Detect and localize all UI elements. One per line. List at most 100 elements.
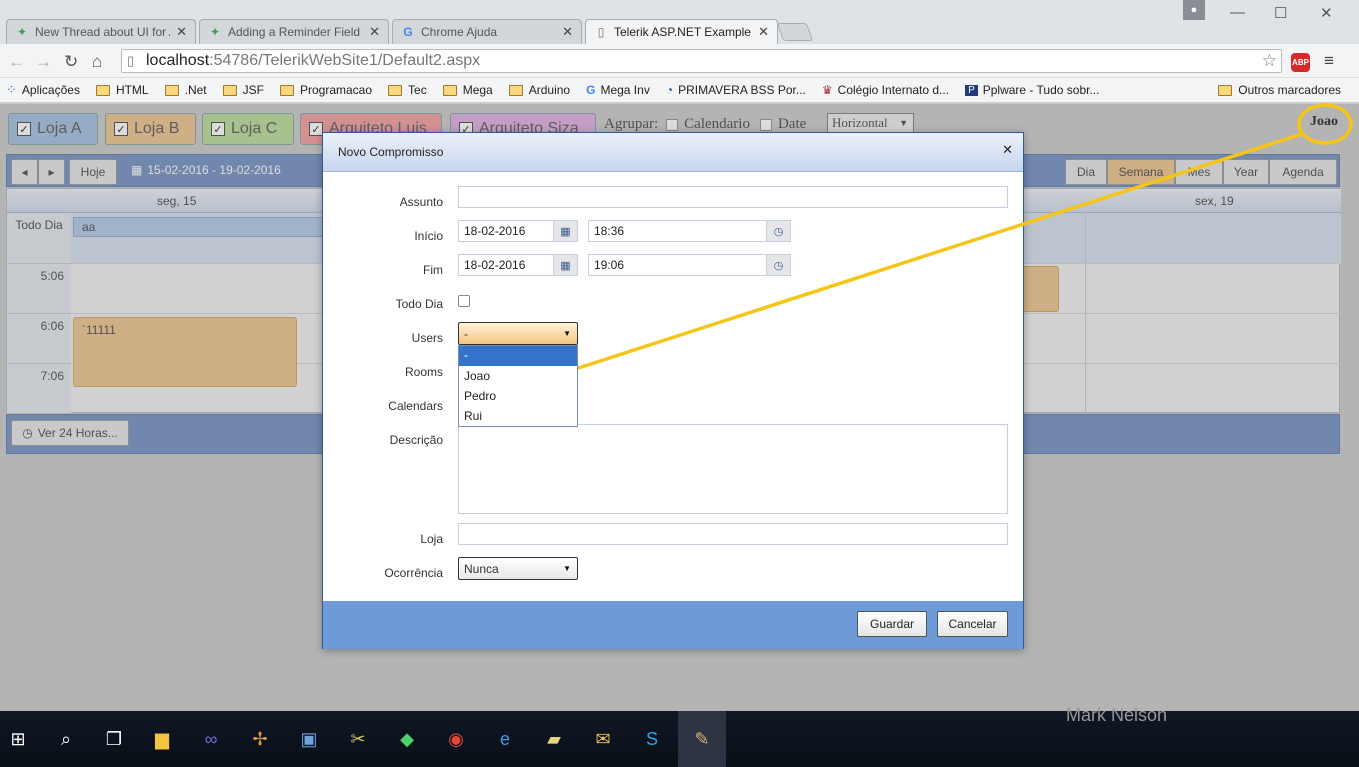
users-option-none[interactable]: - (459, 346, 577, 366)
rooms-label: Rooms (404, 365, 443, 379)
visual-studio-icon[interactable]: ∞ (199, 727, 223, 751)
close-tab-icon[interactable]: ✕ (176, 24, 187, 40)
end-time-input[interactable]: 19:06 ◷ (588, 254, 791, 276)
internet-explorer-icon[interactable]: e (493, 727, 517, 751)
close-window-icon[interactable]: ✕ (1320, 4, 1333, 22)
end-date-input[interactable]: 18-02-2016 ▦ (458, 254, 578, 276)
browser-toolbar: ← → ↻ ⌂ ▯ localhost:54786/TelerikWebSite… (0, 44, 1359, 78)
start-time-input[interactable]: 18:36 ◷ (588, 220, 791, 242)
calendars-label: Calendars (388, 399, 443, 413)
save-button[interactable]: Guardar (857, 611, 927, 637)
chrome-icon[interactable]: ◉ (444, 727, 468, 751)
minimize-icon[interactable]: — (1230, 4, 1245, 21)
close-tab-icon[interactable]: ✕ (758, 24, 769, 40)
users-option-pedro[interactable]: Pedro (459, 386, 577, 406)
clock-icon[interactable]: ◷ (766, 255, 790, 275)
folder-icon[interactable]: ▰ (542, 727, 566, 751)
bookmark-link[interactable]: ♛ Colégio Internato d... (822, 83, 949, 97)
bookmark-folder[interactable]: Tec (388, 83, 427, 97)
file-explorer-icon[interactable]: ▆ (150, 727, 174, 751)
dialog-title: Novo Compromisso (338, 145, 444, 159)
clock-icon[interactable]: ◷ (766, 221, 790, 241)
telerik-icon: ✦ (209, 25, 221, 39)
bookmark-folder[interactable]: Arduino (508, 83, 571, 97)
active-app-slot[interactable]: ✎ (678, 711, 726, 767)
browser-tab-2[interactable]: ✦ Adding a Reminder Field | ✕ (199, 19, 389, 44)
bookmark-folder[interactable]: .Net (164, 83, 207, 97)
address-bar[interactable]: ▯ localhost:54786/TelerikWebSite1/Defaul… (121, 49, 1282, 73)
page-info-icon[interactable]: ▯ (127, 53, 134, 69)
bookmark-link[interactable]: ◔ PRIMAVERA BSS Por... (666, 83, 806, 97)
other-bookmarks[interactable]: Outros marcadores (1218, 83, 1341, 97)
bookmark-star-icon[interactable]: ☆ (1262, 51, 1277, 71)
bookmark-link[interactable]: P Pplware - Tudo sobr... (965, 83, 1099, 97)
bookmark-label: Programacao (299, 83, 373, 97)
store-input[interactable] (458, 523, 1008, 545)
calendar-icon[interactable]: ▦ (553, 221, 577, 241)
profile-icon[interactable]: ● (1183, 0, 1205, 20)
dialog-footer: Guardar Cancelar (323, 601, 1023, 649)
menu-icon[interactable]: ≡ (1324, 51, 1334, 71)
tab-title: New Thread about UI for A (35, 25, 171, 39)
start-date-value: 18-02-2016 (464, 224, 526, 238)
bookmark-label: PRIMAVERA BSS Por... (678, 83, 806, 97)
maximize-icon[interactable]: ☐ (1274, 4, 1287, 22)
bookmark-label: Arduino (528, 83, 571, 97)
browser-tab-3[interactable]: G Chrome Ajuda ✕ (392, 19, 582, 44)
allday-checkbox[interactable] (458, 295, 470, 307)
app-icon[interactable]: ◆ (395, 727, 419, 751)
start-date-input[interactable]: 18-02-2016 ▦ (458, 220, 578, 242)
mail-icon[interactable]: ✉ (591, 727, 615, 751)
home-icon[interactable]: ⌂ (92, 52, 102, 72)
cancel-button[interactable]: Cancelar (937, 611, 1008, 637)
users-select[interactable]: - ▼ (458, 322, 578, 345)
bookmark-link[interactable]: G Mega Inv (586, 83, 650, 97)
google-icon: G (403, 25, 413, 39)
windows-taskbar: Mark Nelson ⊞ ⌕ ❐ ▆ ∞ ✢ ▣ ✂ ◆ ◉ e ▰ ✉ S … (0, 705, 1359, 767)
tab-title: Telerik ASP.NET Example (614, 25, 751, 39)
reload-icon[interactable]: ↻ (64, 52, 78, 72)
new-tab-button[interactable] (776, 23, 814, 41)
forward-icon[interactable]: → (35, 52, 52, 72)
skype-icon[interactable]: S (640, 727, 664, 751)
recurrence-select[interactable]: Nunca ▼ (458, 557, 578, 580)
bookmark-label: Outros marcadores (1238, 83, 1341, 97)
app-icon[interactable]: ✢ (248, 727, 272, 751)
users-dropdown-list: - Joao Pedro Rui (458, 345, 578, 427)
subject-input[interactable] (458, 186, 1008, 208)
tools-icon[interactable]: ✂ (346, 727, 370, 751)
bookmark-label: Tec (408, 83, 427, 97)
bookmark-label: .Net (184, 83, 207, 97)
bookmark-label: JSF (242, 83, 264, 97)
search-icon[interactable]: ⌕ (54, 727, 78, 751)
close-tab-icon[interactable]: ✕ (369, 24, 380, 40)
end-time-value: 19:06 (594, 258, 625, 272)
subject-label: Assunto (399, 195, 443, 209)
back-icon[interactable]: ← (8, 52, 25, 72)
calendar-icon[interactable]: ▦ (553, 255, 577, 275)
close-icon[interactable]: ✕ (1002, 142, 1013, 158)
school-crest-icon: ♛ (821, 83, 833, 97)
bookmark-apps[interactable]: ⁘ Aplicações (6, 82, 80, 98)
browser-tab-1[interactable]: ✦ New Thread about UI for A ✕ (6, 19, 196, 44)
task-view-icon[interactable]: ❐ (102, 727, 126, 751)
adblock-icon[interactable]: ABP (1291, 53, 1310, 72)
bookmark-folder[interactable]: Programacao (279, 83, 373, 97)
folder-icon (388, 84, 403, 96)
windows-start-icon[interactable]: ⊞ (6, 727, 30, 751)
description-textarea[interactable] (458, 424, 1008, 514)
recurrence-value: Nunca (464, 561, 499, 576)
browser-tab-4[interactable]: ▯ Telerik ASP.NET Example ✕ (585, 19, 778, 44)
bookmark-folder[interactable]: Mega (442, 83, 493, 97)
bookmark-folder[interactable]: HTML (95, 83, 149, 97)
users-option-rui[interactable]: Rui (459, 406, 577, 426)
browser-tabstrip: ✦ New Thread about UI for A ✕ ✦ Adding a… (0, 0, 1359, 44)
chevron-down-icon: ▼ (563, 329, 571, 338)
bookmark-folder[interactable]: JSF (222, 83, 264, 97)
remote-desktop-icon[interactable]: ▣ (297, 727, 321, 751)
bookmark-label: Pplware - Tudo sobr... (982, 83, 1100, 97)
close-tab-icon[interactable]: ✕ (562, 24, 573, 40)
users-selected-value: - (464, 326, 468, 341)
users-option-joao[interactable]: Joao (459, 366, 577, 386)
folder-icon (279, 84, 294, 96)
